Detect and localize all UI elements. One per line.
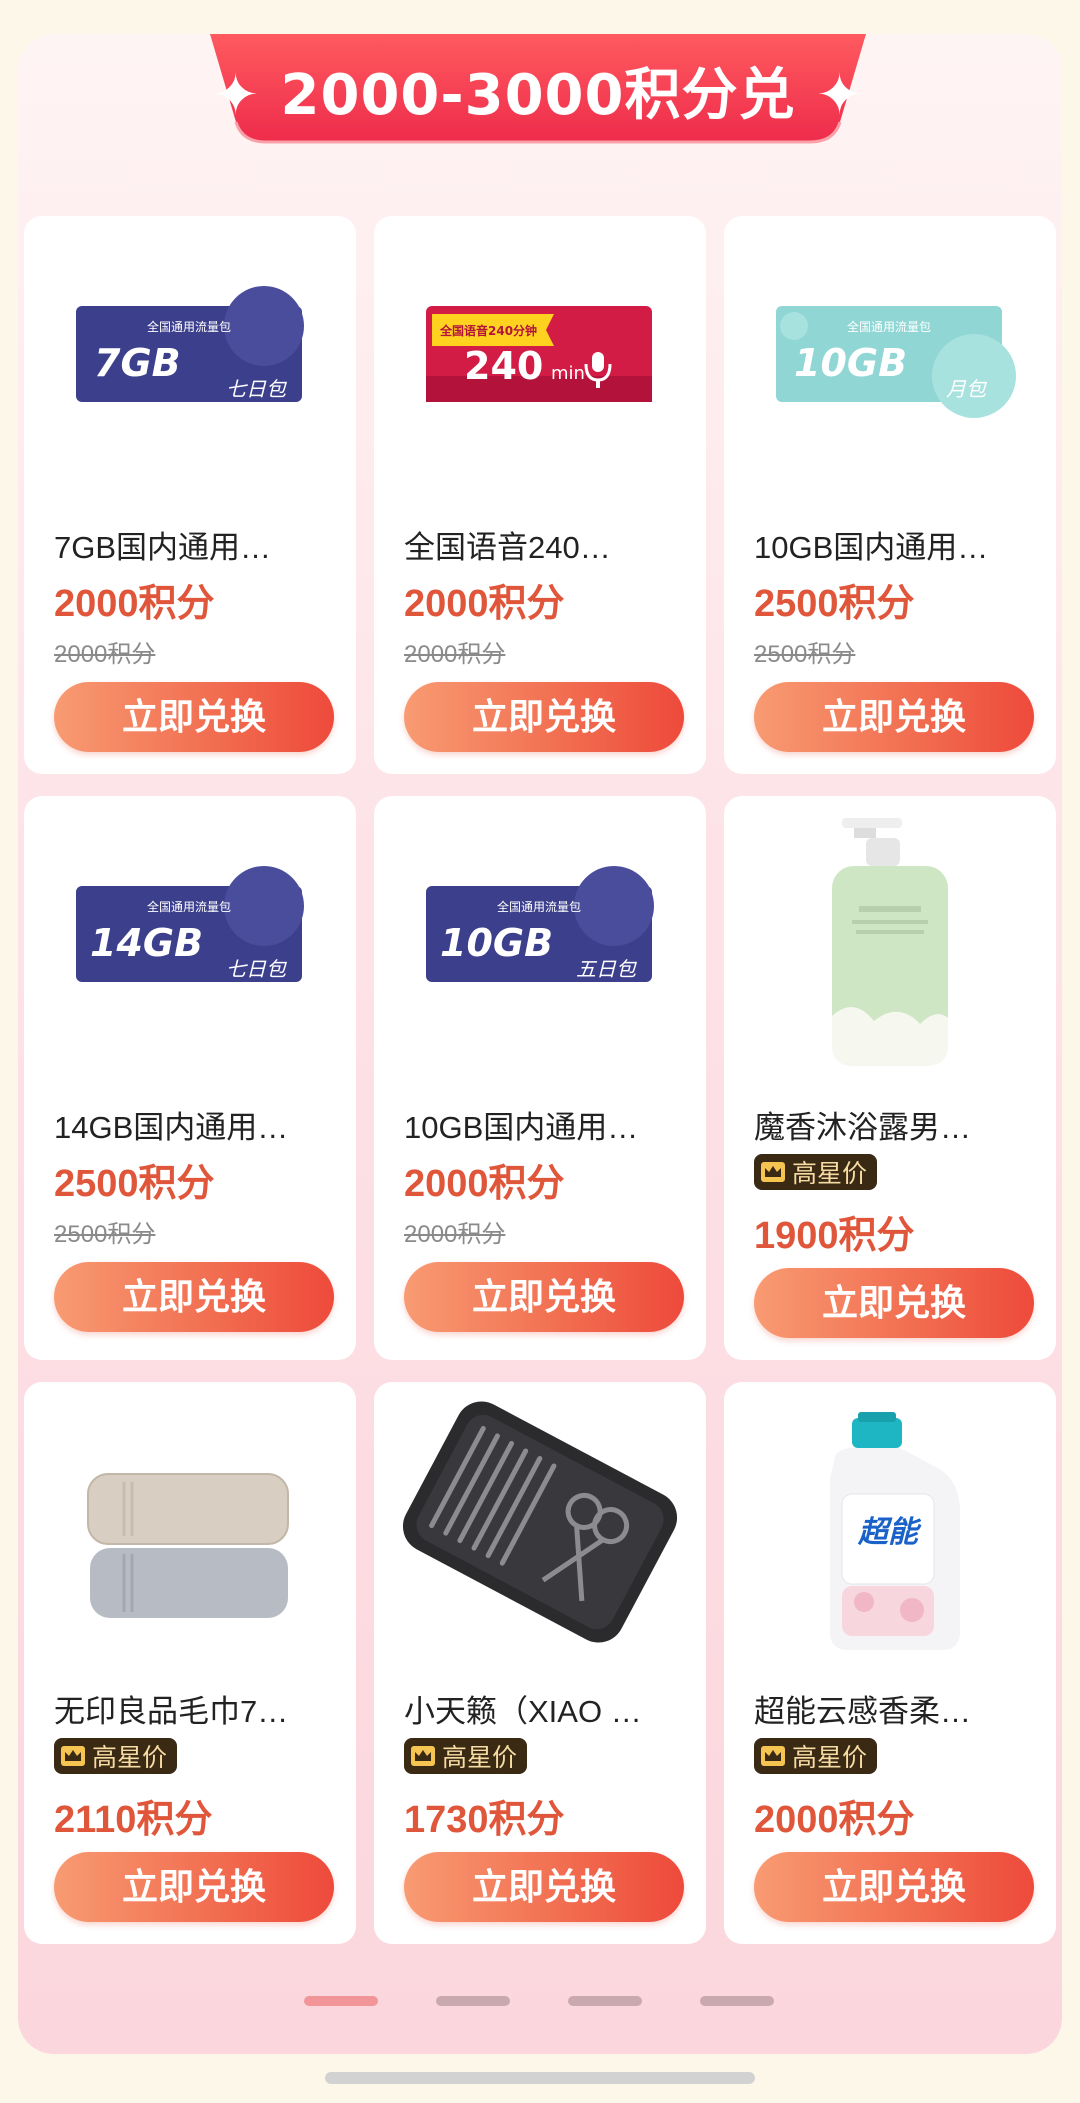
card-unit: min xyxy=(551,363,585,384)
card-badge: 全国通用流量包 xyxy=(497,899,581,914)
product-price: 2500积分 xyxy=(754,583,915,625)
product-price: 2000积分 xyxy=(54,583,215,625)
product-card-nail-clipper[interactable]: 小天籁（XIAO … 高星价 1730积分 立即兑换 xyxy=(374,1382,706,1944)
card-big: 10GB xyxy=(794,341,907,385)
redeem-button[interactable]: 立即兑换 xyxy=(754,1268,1034,1338)
card-badge: 全国语音240分钟 xyxy=(439,323,537,338)
bottle-brand: 超能 xyxy=(857,1515,922,1550)
card-badge: 全国通用流量包 xyxy=(847,319,931,334)
redeem-button[interactable]: 立即兑换 xyxy=(404,682,684,752)
product-card-detergent[interactable]: 超能 超能云感香柔… 高星价 2000积分 立即兑换 xyxy=(724,1382,1056,1944)
redeem-button[interactable]: 立即兑换 xyxy=(404,1852,684,1922)
product-price: 1730积分 xyxy=(404,1799,565,1841)
product-name: 14GB国内通用… xyxy=(54,1110,289,1145)
product-price: 1900积分 xyxy=(754,1215,915,1257)
card-sub: 七日包 xyxy=(226,957,288,981)
badge-label: 高星价 xyxy=(792,1160,868,1188)
original-price: 2000积分 xyxy=(404,641,506,668)
badge-label: 高星价 xyxy=(442,1744,518,1772)
product-name: 魔香沐浴露男… xyxy=(754,1110,971,1145)
high-star-price-badge: 高星价 xyxy=(404,1738,528,1774)
card-big: 240 xyxy=(464,344,543,388)
high-star-price-badge: 高星价 xyxy=(54,1738,178,1774)
shower-gel-bottle-image xyxy=(832,818,948,1066)
card-big: 7GB xyxy=(94,341,181,385)
card-sub: 五日包 xyxy=(576,957,638,981)
page-dot-2[interactable] xyxy=(436,1996,510,2006)
nail-clipper-set-image xyxy=(402,1401,678,1643)
badge-label: 高星价 xyxy=(92,1744,168,1772)
original-price: 2500积分 xyxy=(54,1221,156,1248)
laundry-detergent-bottle-image: 超能 xyxy=(830,1412,960,1650)
high-star-price-badge: 高星价 xyxy=(754,1154,878,1190)
redeem-button[interactable]: 立即兑换 xyxy=(54,1262,334,1332)
product-name: 超能云感香柔… xyxy=(754,1694,971,1729)
home-indicator-bar[interactable] xyxy=(325,2072,755,2084)
pagination-indicator xyxy=(0,1996,1080,2006)
product-price: 2000积分 xyxy=(404,1163,565,1205)
product-card-voice-240[interactable]: 全国语音240分钟 240 min 全国语音240… 2000积分 2000积分… xyxy=(374,216,706,774)
product-name: 10GB国内通用… xyxy=(404,1110,639,1145)
data-plan-card-image: 全国通用流量包 7GB 七日包 xyxy=(76,286,304,402)
redeem-button[interactable]: 立即兑换 xyxy=(54,1852,334,1922)
product-card-shower-gel[interactable]: 魔香沐浴露男… 高星价 1900积分 立即兑换 xyxy=(724,796,1056,1360)
redeem-button[interactable]: 立即兑换 xyxy=(404,1262,684,1332)
crown-icon xyxy=(411,1746,435,1766)
card-big: 14GB xyxy=(90,921,203,965)
product-name: 小天籁（XIAO … xyxy=(404,1694,642,1729)
product-card-towel[interactable]: 无印良品毛巾7… 高星价 2110积分 立即兑换 xyxy=(24,1382,356,1944)
redeem-button[interactable]: 立即兑换 xyxy=(754,1852,1034,1922)
original-price: 2500积分 xyxy=(754,641,856,668)
product-price: 2110积分 xyxy=(54,1799,213,1841)
product-name: 10GB国内通用… xyxy=(754,530,989,565)
product-price: 2000积分 xyxy=(404,583,565,625)
high-star-price-badge: 高星价 xyxy=(754,1738,878,1774)
crown-icon xyxy=(61,1746,85,1766)
badge-label: 高星价 xyxy=(792,1744,868,1772)
crown-icon xyxy=(761,1162,785,1182)
data-plan-card-image: 全国通用流量包 14GB 七日包 xyxy=(76,866,304,982)
product-card-10gb-month[interactable]: 全国通用流量包 10GB 月包 10GB国内通用… 2500积分 2500积分 … xyxy=(724,216,1056,774)
product-name: 7GB国内通用… xyxy=(54,530,272,565)
data-plan-card-image: 全国通用流量包 10GB 五日包 xyxy=(426,866,654,982)
card-sub: 月包 xyxy=(946,377,988,401)
section-title-banner: ✦ 2000-3000积分兑 ✦ xyxy=(210,34,866,146)
product-name: 无印良品毛巾7… xyxy=(54,1694,289,1729)
voice-plan-card-image: 全国语音240分钟 240 min xyxy=(426,306,652,402)
original-price: 2000积分 xyxy=(54,641,156,668)
card-badge: 全国通用流量包 xyxy=(147,319,231,334)
card-big: 10GB xyxy=(440,921,553,965)
product-card-10gb-5day[interactable]: 全国通用流量包 10GB 五日包 10GB国内通用… 2000积分 2000积分… xyxy=(374,796,706,1360)
card-sub: 七日包 xyxy=(226,377,288,401)
crown-icon xyxy=(761,1746,785,1766)
folded-towels-image xyxy=(87,1473,289,1618)
product-name: 全国语音240… xyxy=(404,530,611,565)
page-dot-3[interactable] xyxy=(568,1996,642,2006)
product-card-7gb[interactable]: 全国通用流量包 7GB 七日包 7GB国内通用… 2000积分 2000积分 立… xyxy=(24,216,356,774)
section-title: ✦ 2000-3000积分兑 ✦ xyxy=(212,63,864,128)
original-price: 2000积分 xyxy=(404,1221,506,1248)
product-card-14gb[interactable]: 全国通用流量包 14GB 七日包 14GB国内通用… 2500积分 2500积分… xyxy=(24,796,356,1360)
product-price: 2500积分 xyxy=(54,1163,215,1205)
redeem-button[interactable]: 立即兑换 xyxy=(54,682,334,752)
redeem-button[interactable]: 立即兑换 xyxy=(754,682,1034,752)
page-dot-4[interactable] xyxy=(700,1996,774,2006)
card-badge: 全国通用流量包 xyxy=(147,899,231,914)
page-dot-1[interactable] xyxy=(304,1996,378,2006)
product-price: 2000积分 xyxy=(754,1799,915,1841)
data-plan-card-image: 全国通用流量包 10GB 月包 xyxy=(776,306,1016,418)
